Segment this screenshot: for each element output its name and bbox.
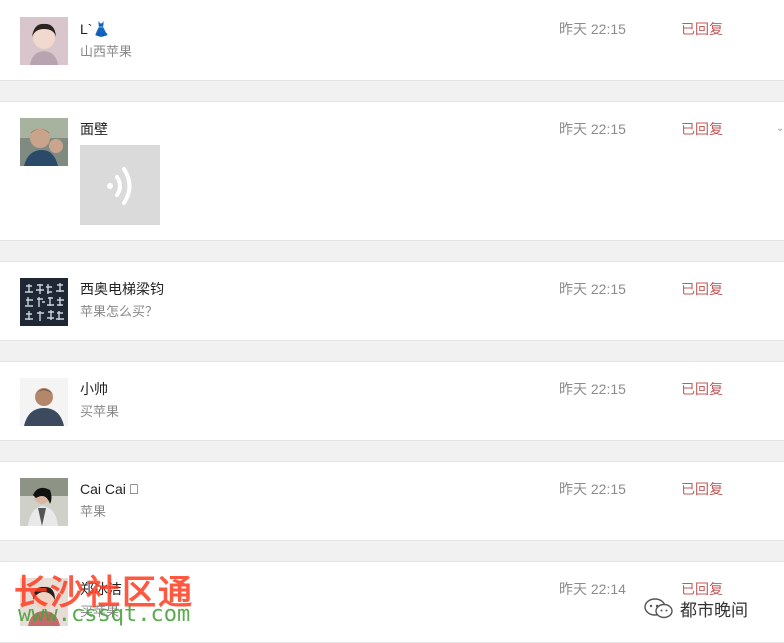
avatar[interactable]	[20, 278, 68, 326]
sender-name: L`👗	[80, 21, 110, 37]
reply-status[interactable]: 已回复	[681, 381, 723, 397]
sender-name: Cai Cai ⎕	[80, 481, 139, 497]
message-time: 昨天 22:15	[559, 21, 626, 37]
message-text: 苹果	[80, 504, 107, 519]
avatar[interactable]	[20, 118, 68, 166]
message-text: 山西苹果	[80, 44, 133, 59]
voice-message[interactable]	[80, 145, 160, 225]
sender-name: 西奥电梯梁钧	[80, 281, 164, 297]
sender-name: 面壁	[80, 121, 108, 137]
brand-watermark-text: 都市晚间	[680, 601, 748, 620]
reply-status[interactable]: 已回复	[681, 121, 723, 137]
reply-status[interactable]: 已回复	[681, 581, 723, 597]
chat-bubble-logo-icon	[644, 598, 674, 625]
message-row[interactable]: L`👗 山西苹果 昨天 22:15 已回复	[0, 0, 784, 81]
sender-name: 小帅	[80, 381, 108, 397]
avatar[interactable]	[20, 478, 68, 526]
voice-message-icon	[107, 167, 132, 205]
message-row[interactable]: 面壁 昨天 22:15 已回复 ⌄	[0, 101, 784, 241]
chevron-down-icon[interactable]: ⌄	[776, 123, 784, 134]
message-row[interactable]: 西奥电梯梁钧 苹果怎么买？ 昨天 22:15 已回复	[0, 261, 784, 341]
message-text: 苹果怎么买？	[80, 304, 159, 319]
message-row[interactable]: 小帅 买苹果 昨天 22:15 已回复	[0, 361, 784, 441]
message-time: 昨天 22:15	[559, 381, 626, 397]
reply-status[interactable]: 已回复	[681, 21, 723, 37]
message-time: 昨天 22:15	[559, 481, 626, 497]
message-time: 昨天 22:15	[559, 121, 626, 137]
reply-status[interactable]: 已回复	[681, 281, 723, 297]
site-watermark-url: www.cssqt.com	[18, 602, 191, 627]
message-text: 买苹果	[80, 404, 120, 419]
brand-watermark: 都市晚间	[644, 596, 748, 625]
message-row[interactable]: Cai Cai ⎕ 苹果 昨天 22:15 已回复	[0, 461, 784, 541]
reply-status[interactable]: 已回复	[681, 481, 723, 497]
message-time: 昨天 22:14	[559, 581, 626, 597]
avatar[interactable]	[20, 378, 68, 426]
avatar[interactable]	[20, 17, 68, 65]
message-time: 昨天 22:15	[559, 281, 626, 297]
